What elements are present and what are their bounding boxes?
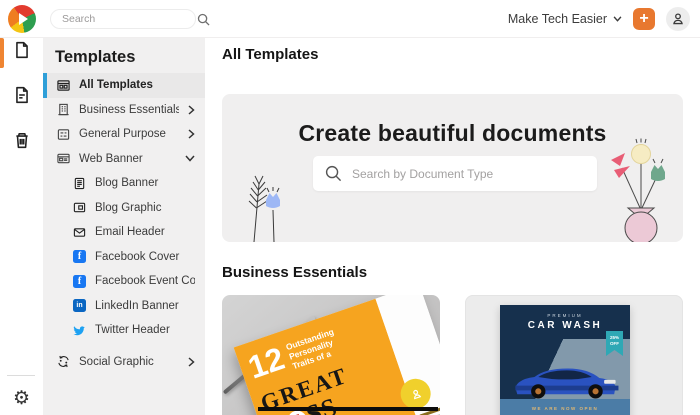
flyer-premium-label: Premium: [547, 313, 583, 318]
flyer-open-line: WE ARE NOW OPEN: [531, 406, 599, 411]
flower-doodle-left: [234, 154, 296, 242]
flower-vase-doodle-right: [605, 138, 677, 242]
sidebar-item-label: LinkedIn Banner: [95, 299, 179, 312]
global-search-input[interactable]: [62, 13, 197, 25]
sidebar-item-web-banner[interactable]: Web Banner: [43, 147, 205, 172]
sidebar-item-email-header[interactable]: Email Header: [43, 220, 205, 245]
sidebar-item-twitter-header[interactable]: Twitter Header: [43, 318, 205, 343]
trash-icon: [13, 131, 31, 149]
search-icon: [325, 165, 342, 182]
search-icon: [197, 13, 210, 26]
hero-title: Create beautiful documents: [298, 120, 607, 146]
sidebar-item-facebook-cover[interactable]: f Facebook Cover: [43, 245, 205, 270]
main-content: All Templates Create beautiful documents: [205, 38, 700, 415]
list-settings-icon: [57, 128, 70, 141]
template-card-car-wash[interactable]: Premium CAR WASH 25% OFF: [465, 295, 683, 415]
rail-divider: [7, 375, 35, 376]
chevron-right-icon: [188, 105, 195, 115]
rail-item-documents[interactable]: [0, 80, 43, 110]
sidebar-item-blog-graphic[interactable]: Blog Graphic: [43, 196, 205, 221]
left-icon-rail: ⚙: [0, 38, 43, 415]
linkedin-icon: in: [73, 299, 86, 313]
chevron-down-icon: [613, 16, 622, 22]
sidebar-item-general-purpose[interactable]: General Purpose: [43, 122, 205, 147]
sidebar-item-label: Social Graphic: [79, 355, 154, 368]
document-type-search-input[interactable]: [352, 166, 585, 181]
template-card-great-boss[interactable]: 12 Outstanding Personality Traits of a G…: [222, 295, 440, 415]
rail-item-trash[interactable]: [0, 125, 43, 155]
app-logo-icon: [8, 5, 36, 33]
ribbon-off: OFF: [610, 340, 619, 346]
page-title: All Templates: [222, 46, 319, 63]
sidebar-item-label: Twitter Header: [95, 324, 170, 337]
facebook-icon: f: [73, 250, 86, 264]
image-icon: [73, 201, 86, 214]
flyer-title: CAR WASH: [527, 320, 603, 331]
building-icon: [57, 103, 70, 116]
app-window: Make Tech Easier +: [0, 0, 700, 415]
sidebar-title: Templates: [55, 48, 136, 66]
envelope-icon: [73, 226, 86, 239]
user-account-button[interactable]: [666, 7, 690, 31]
create-new-button[interactable]: +: [633, 8, 655, 30]
sidebar-item-facebook-event-cover[interactable]: f Facebook Event Cover: [43, 269, 205, 294]
sidebar-item-label: Blog Graphic: [95, 201, 162, 214]
gear-icon: ⚙: [12, 387, 31, 409]
sidebar-item-social-graphic[interactable]: Social Graphic: [43, 350, 205, 375]
global-search: [50, 9, 210, 29]
sidebar-item-linkedin-banner[interactable]: in LinkedIn Banner: [43, 294, 205, 319]
templates-grid-icon: [57, 79, 70, 92]
sidebar-item-label: Business Essentials: [79, 103, 179, 116]
document-icon: [13, 86, 31, 104]
article-icon: [73, 177, 86, 190]
sidebar-item-all-templates[interactable]: All Templates: [43, 73, 205, 98]
sidebar-item-label: Web Banner: [79, 152, 143, 165]
settings-button[interactable]: ⚙: [0, 384, 43, 412]
topbar: Make Tech Easier +: [0, 0, 700, 38]
section-title: Business Essentials: [222, 264, 368, 281]
chevron-down-icon: [185, 155, 195, 162]
sidebar-item-label: Blog Banner: [95, 177, 159, 190]
rail-item-templates[interactable]: [0, 35, 43, 65]
sidebar-item-label: General Purpose: [79, 128, 166, 141]
book-number: 12: [243, 339, 289, 386]
blank-page-icon: [13, 41, 31, 59]
sidebar-item-label: All Templates: [79, 79, 153, 92]
templates-sidebar: Templates All Templates Business Essenti…: [43, 38, 205, 415]
boss-book-cover: 12 Outstanding Personality Traits of a G…: [233, 295, 440, 415]
sidebar-item-blog-banner[interactable]: Blog Banner: [43, 171, 205, 196]
twitter-bird-icon: [73, 324, 86, 337]
hero-banner: Create beautiful documents: [222, 94, 683, 242]
workspace-dropdown[interactable]: Make Tech Easier: [508, 12, 622, 26]
black-rule-decoration: [258, 407, 438, 411]
sidebar-item-business-essentials[interactable]: Business Essentials: [43, 98, 205, 123]
document-type-search: [313, 156, 597, 191]
facebook-icon: f: [73, 274, 86, 288]
car-wash-flyer: Premium CAR WASH 25% OFF: [500, 305, 630, 415]
chevron-right-icon: [188, 357, 195, 367]
sidebar-item-label: Email Header: [95, 226, 165, 239]
chevron-right-icon: [188, 129, 195, 139]
browser-window-icon: [57, 152, 70, 165]
person-icon: [671, 12, 685, 26]
sidebar-item-label: Facebook Cover: [95, 250, 180, 263]
workspace-name: Make Tech Easier: [507, 12, 607, 26]
sidebar-item-label: Facebook Event Cover: [95, 275, 195, 288]
people-sync-icon: [57, 355, 70, 368]
